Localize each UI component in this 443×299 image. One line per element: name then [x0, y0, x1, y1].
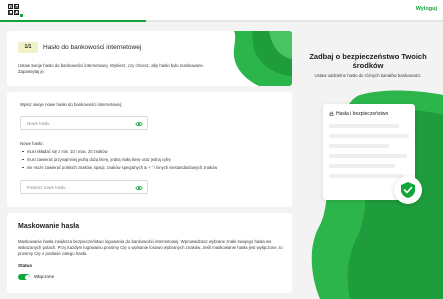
requirements-title: Nowe hasło:: [20, 141, 44, 146]
masking-card: Maskowanie hasła Maskowanie hasła zwięks…: [7, 213, 292, 293]
top-bar: V E L O Wyloguj: [0, 0, 443, 22]
new-password-field[interactable]: Nowe hasło: [20, 116, 148, 130]
new-password-placeholder: Nowe hasło: [27, 121, 50, 126]
new-password-label: Wpisz swoje nowe hasło do bankowości int…: [20, 102, 122, 107]
mock-placeholder-line: [329, 144, 389, 148]
shield-badge: [394, 176, 422, 204]
requirement-item: musi zawierać przynajmniej jedną dużą li…: [22, 157, 171, 162]
shield-check-icon: [401, 182, 415, 198]
repeat-password-field[interactable]: Powtórz nowe hasło: [20, 180, 148, 194]
status-label: Status: [18, 263, 33, 268]
logo-letter-1: V: [8, 4, 13, 10]
progress-bar: [0, 20, 443, 22]
requirement-item: nie może zawierać polskich znaków, spacj…: [22, 165, 217, 170]
logo-green-square: [20, 14, 23, 17]
progress-fill: [0, 20, 147, 22]
aside-subtitle: Ustaw oddzielne hasło do różnych kanałów…: [314, 73, 422, 78]
logo-letter-2: E: [14, 4, 19, 10]
repeat-password-placeholder: Powtórz nowe hasło: [27, 185, 66, 190]
mock-placeholder-line: [329, 164, 395, 168]
lock-icon: [329, 111, 334, 116]
requirement-item: musi składać się z min. 10 i max. 20 zna…: [22, 149, 108, 154]
masking-toggle[interactable]: [18, 274, 30, 280]
eye-icon[interactable]: [135, 184, 143, 192]
intro-card: 1/1 Hasło do bankowości internetowej Ust…: [7, 31, 292, 86]
mock-placeholder-line: [329, 154, 407, 158]
card-description: Ustaw swoje hasło do bankowości internet…: [18, 63, 205, 74]
logout-link[interactable]: Wyloguj: [416, 6, 437, 12]
step-badge: 1/1: [18, 42, 38, 53]
mock-placeholder-line: [329, 174, 403, 178]
green-leaf-decoration: [233, 31, 292, 86]
password-card: Wpisz swoje nowe hasło do bankowości int…: [7, 92, 292, 207]
logo-letter-4: O: [14, 10, 19, 16]
toggle-knob: [24, 274, 30, 280]
mock-placeholder-line: [329, 124, 399, 128]
logo-letter-3: L: [8, 10, 13, 16]
mock-title: Hasła i bezpieczeństwo: [336, 111, 389, 117]
aside-title: Zadbaj o bezpieczeństwo Twoich środków: [309, 52, 427, 70]
mock-placeholder-line: [329, 134, 409, 138]
card-title: Hasło do bankowości internetowej: [43, 44, 142, 51]
masking-description: Maskowanie hasła zwiększa bezpieczeństwo…: [18, 239, 283, 256]
eye-icon[interactable]: [135, 120, 143, 128]
masking-title: Maskowanie hasła: [18, 223, 80, 230]
velo-logo[interactable]: V E L O: [7, 3, 24, 20]
toggle-label: Włączone: [34, 274, 55, 279]
